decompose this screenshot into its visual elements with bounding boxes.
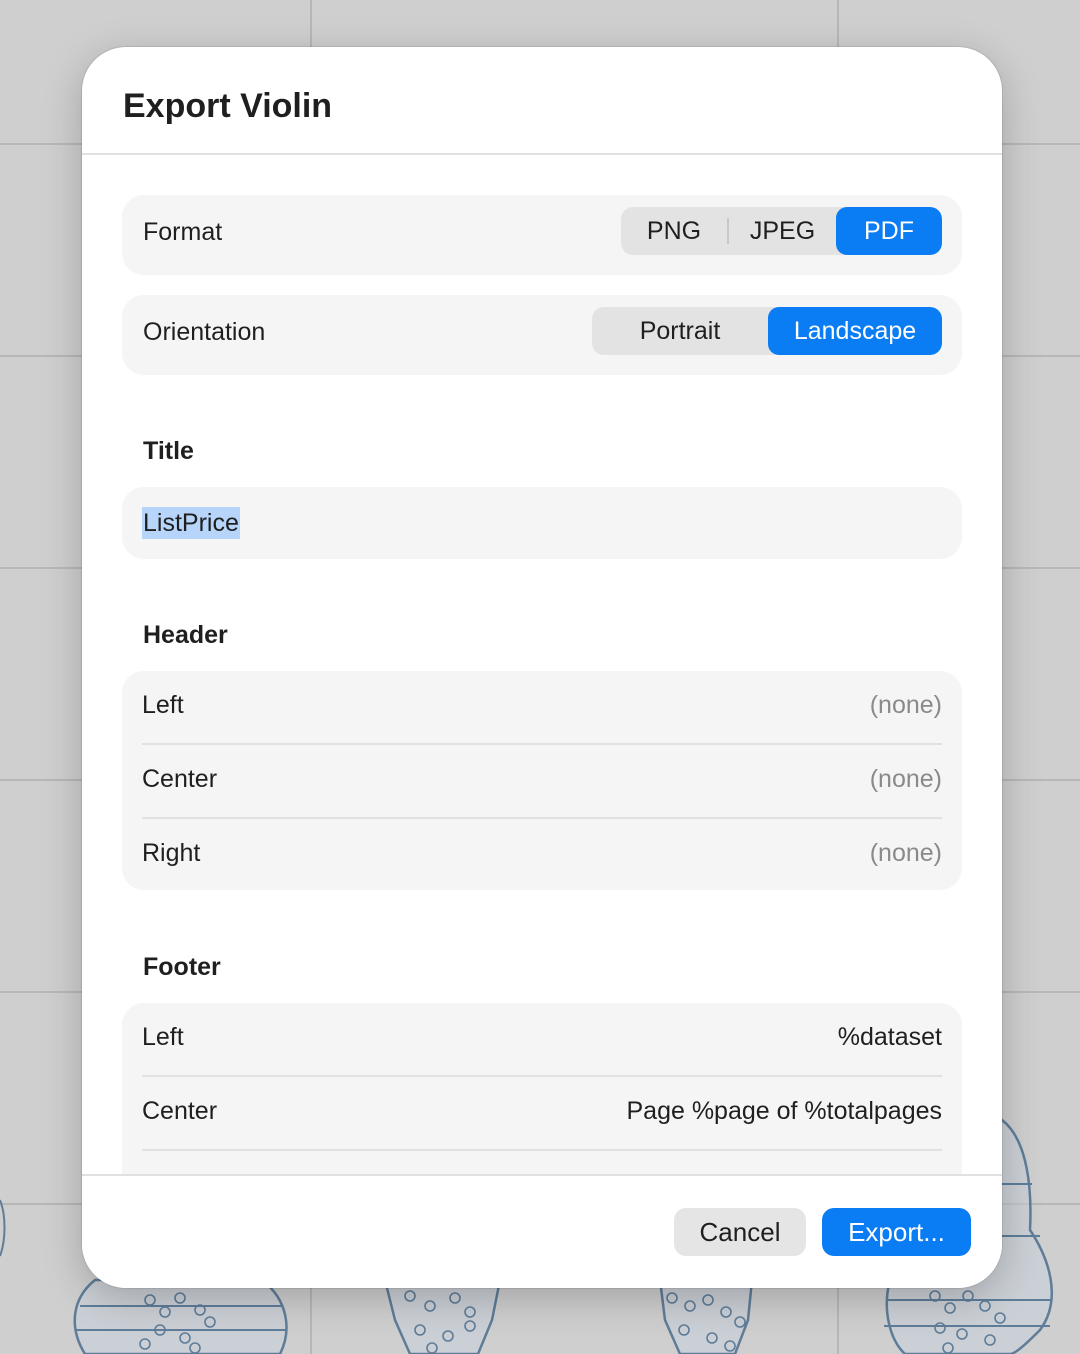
footer-row-center[interactable]: Center Page %page of %totalpages <box>122 1077 962 1150</box>
row-value: %dataset <box>837 1023 942 1051</box>
orientation-option-portrait[interactable]: Portrait <box>592 307 768 355</box>
export-dialog: Export Violin Format PNG JPEG PDF Orient… <box>82 47 1002 1288</box>
row-value: (none) <box>869 691 942 719</box>
orientation-segmented-control: Portrait Landscape <box>592 307 942 355</box>
cancel-button[interactable]: Cancel <box>674 1208 806 1256</box>
title-section-label: Title <box>143 437 194 465</box>
row-label: Left <box>142 1023 184 1051</box>
row-value: (none) <box>869 765 942 793</box>
row-label: Left <box>142 691 184 719</box>
footer-section-label: Footer <box>143 953 221 981</box>
dialog-title: Export Violin <box>123 87 333 125</box>
violin-shape <box>383 1278 502 1354</box>
format-option-jpeg[interactable]: JPEG <box>729 207 836 255</box>
row-divider <box>142 1149 942 1151</box>
title-input[interactable]: ListPrice <box>122 487 962 559</box>
row-value: (none) <box>869 839 942 867</box>
format-label: Format <box>143 218 223 246</box>
row-value: Page %page of %totalpages <box>626 1097 942 1125</box>
format-row: Format PNG JPEG PDF <box>122 195 962 275</box>
violin-shape <box>73 1278 288 1354</box>
title-input-value: ListPrice <box>142 507 240 539</box>
header-list: Left (none) Center (none) Right (none) <box>122 671 962 890</box>
row-label: Right <box>142 839 201 867</box>
header-row-left[interactable]: Left (none) <box>122 671 962 744</box>
header-row-center[interactable]: Center (none) <box>122 745 962 818</box>
orientation-option-landscape[interactable]: Landscape <box>768 307 942 355</box>
orientation-label: Orientation <box>143 318 266 346</box>
orientation-row: Orientation Portrait Landscape <box>122 295 962 375</box>
format-option-pdf[interactable]: PDF <box>836 207 942 255</box>
export-button[interactable]: Export... <box>822 1208 971 1256</box>
format-segmented-control: PNG JPEG PDF <box>621 207 942 255</box>
title-divider <box>82 153 1002 155</box>
header-row-right[interactable]: Right (none) <box>122 819 962 892</box>
header-section-label: Header <box>143 621 228 649</box>
footer-row-left[interactable]: Left %dataset <box>122 1003 962 1076</box>
row-label: Center <box>142 765 218 793</box>
row-label: Center <box>142 1097 218 1125</box>
format-option-png[interactable]: PNG <box>621 207 727 255</box>
